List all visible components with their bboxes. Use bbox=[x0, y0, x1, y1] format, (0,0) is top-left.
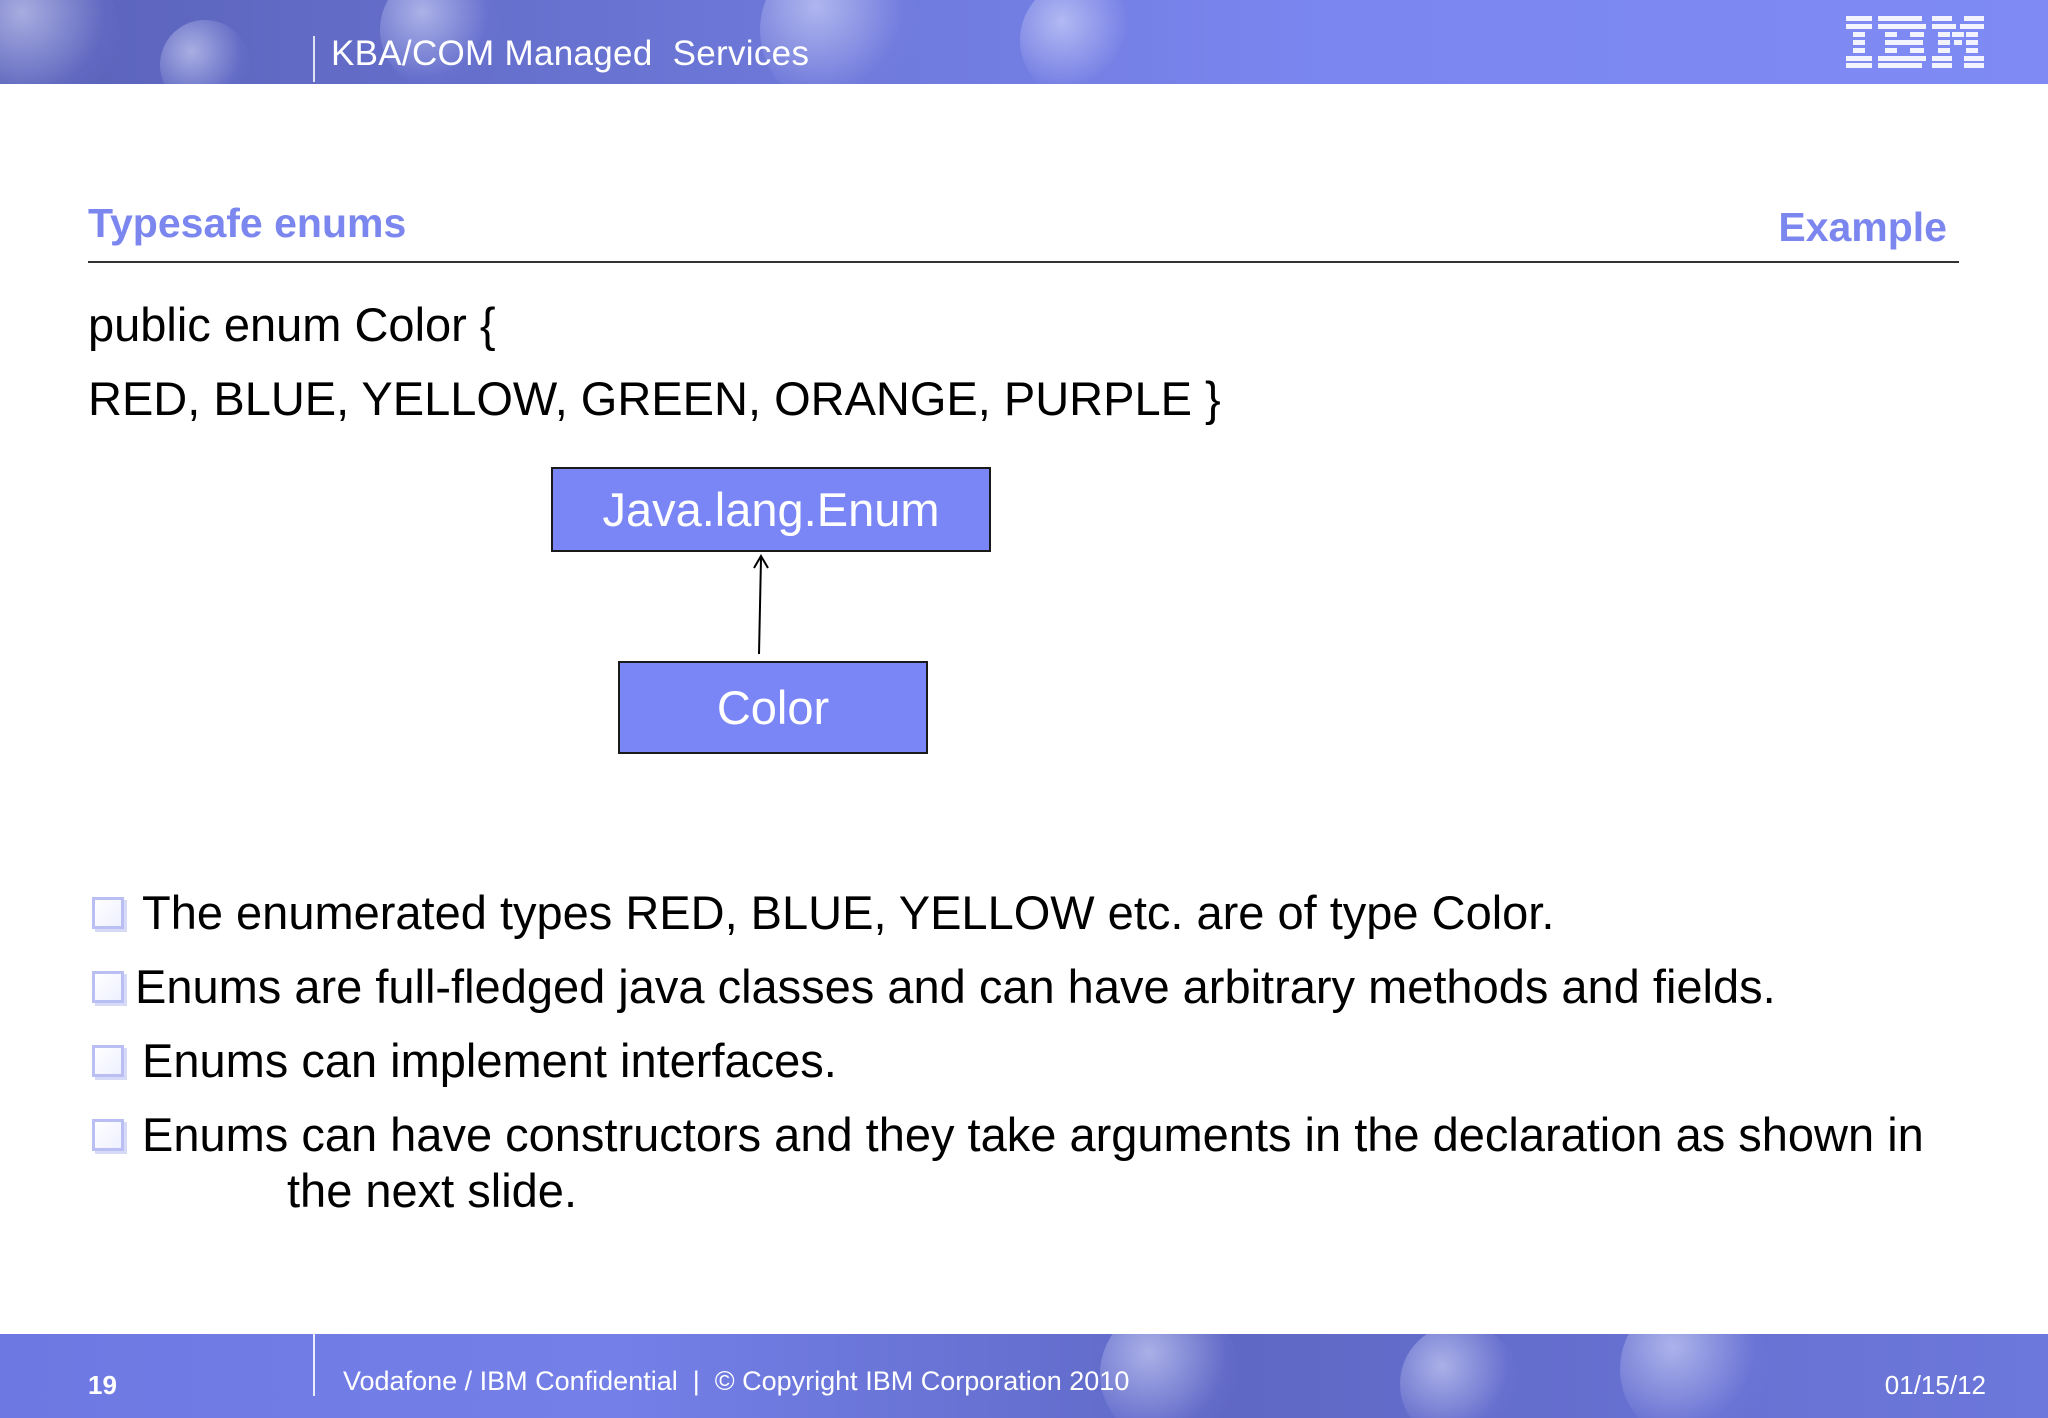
bullet-text: Enums can implement interfaces. bbox=[142, 1034, 837, 1087]
header-banner: KBA/COM Managed Services bbox=[0, 0, 2048, 84]
checkbox-bullet-icon bbox=[92, 897, 124, 929]
bullet-item: Enums can implement interfaces. bbox=[88, 1033, 1968, 1089]
header-title: KBA/COM Managed Services bbox=[331, 34, 810, 73]
checkbox-bullet-icon bbox=[92, 971, 124, 1003]
code-line-2: RED, BLUE, YELLOW, GREEN, ORANGE, PURPLE… bbox=[88, 372, 1221, 425]
bullet-item: The enumerated types RED, BLUE, YELLOW e… bbox=[88, 885, 1968, 941]
page-number: 19 bbox=[88, 1370, 117, 1400]
section-title: Typesafe enums bbox=[88, 200, 407, 246]
footer-date: 01/15/12 bbox=[1884, 1370, 1986, 1400]
section-label: Example bbox=[1778, 204, 1947, 250]
checkbox-bullet-icon bbox=[92, 1045, 124, 1077]
diagram-child-class-box: Color bbox=[618, 661, 928, 754]
bullet-text: The enumerated types RED, BLUE, YELLOW e… bbox=[142, 886, 1555, 939]
ibm-logo bbox=[1846, 16, 1984, 68]
bullet-text: Enums are full-fledged java classes and … bbox=[135, 960, 1776, 1013]
bullet-list: The enumerated types RED, BLUE, YELLOW e… bbox=[88, 885, 1968, 1237]
bullet-item: Enums are full-fledged java classes and … bbox=[88, 959, 1968, 1015]
inheritance-arrow bbox=[753, 554, 769, 655]
footer-separator bbox=[313, 1334, 315, 1396]
footer-banner: 19 Vodafone / IBM Confidential | © Copyr… bbox=[0, 1334, 2048, 1418]
diagram-parent-class-box: Java.lang.Enum bbox=[551, 467, 991, 552]
code-line-1: public enum Color { bbox=[88, 298, 496, 351]
checkbox-bullet-icon bbox=[92, 1119, 124, 1151]
header-separator bbox=[313, 36, 315, 82]
bullet-item: Enums can have constructors and they tak… bbox=[88, 1107, 1968, 1219]
footer-copyright: Vodafone / IBM Confidential | © Copyrigh… bbox=[343, 1366, 1130, 1396]
bullet-text-continuation: the next slide. bbox=[287, 1164, 578, 1217]
title-divider bbox=[88, 261, 1959, 263]
bullet-text: Enums can have constructors and they tak… bbox=[142, 1108, 1924, 1161]
